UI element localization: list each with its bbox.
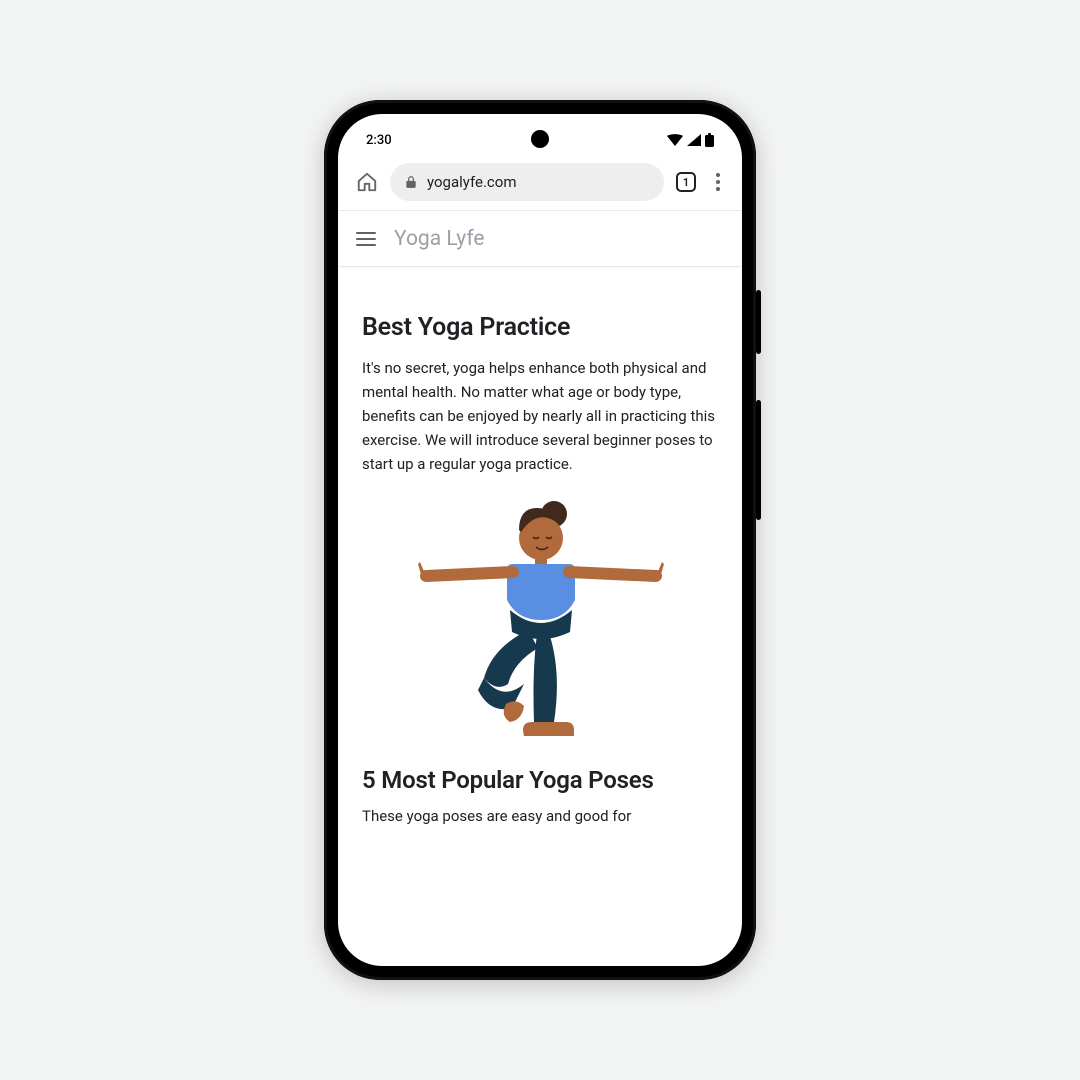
article-content[interactable]: Best Yoga Practice It's no secret, yoga … — [338, 267, 742, 828]
lock-icon — [404, 175, 418, 189]
phone-side-button — [756, 400, 761, 520]
phone-frame: 2:30 yogalyfe.com 1 — [324, 100, 756, 980]
address-bar-text: yogalyfe.com — [427, 173, 516, 191]
phone-screen: 2:30 yogalyfe.com 1 — [338, 114, 742, 966]
site-title: Yoga Lyfe — [394, 227, 485, 251]
tab-switcher[interactable]: 1 — [676, 172, 696, 192]
home-icon[interactable] — [356, 171, 378, 193]
browser-toolbar: yogalyfe.com 1 — [338, 154, 742, 210]
article-subheading: 5 Most Popular Yoga Poses — [362, 766, 718, 794]
status-icons — [667, 133, 714, 147]
article-subtext: These yoga poses are easy and good for — [362, 804, 718, 828]
hamburger-menu-icon[interactable] — [356, 232, 376, 246]
yoga-illustration — [362, 492, 718, 752]
battery-icon — [705, 133, 714, 147]
phone-side-button — [756, 290, 761, 354]
tab-count: 1 — [683, 176, 689, 189]
article-heading: Best Yoga Practice — [362, 313, 718, 342]
camera-punch-hole — [531, 130, 549, 148]
overflow-menu-icon[interactable] — [708, 172, 728, 192]
article-intro: It's no secret, yoga helps enhance both … — [362, 356, 718, 476]
wifi-icon — [667, 134, 683, 146]
address-bar[interactable]: yogalyfe.com — [390, 163, 664, 201]
site-header: Yoga Lyfe — [338, 211, 742, 267]
cellular-icon — [687, 134, 701, 146]
status-time: 2:30 — [366, 133, 392, 148]
